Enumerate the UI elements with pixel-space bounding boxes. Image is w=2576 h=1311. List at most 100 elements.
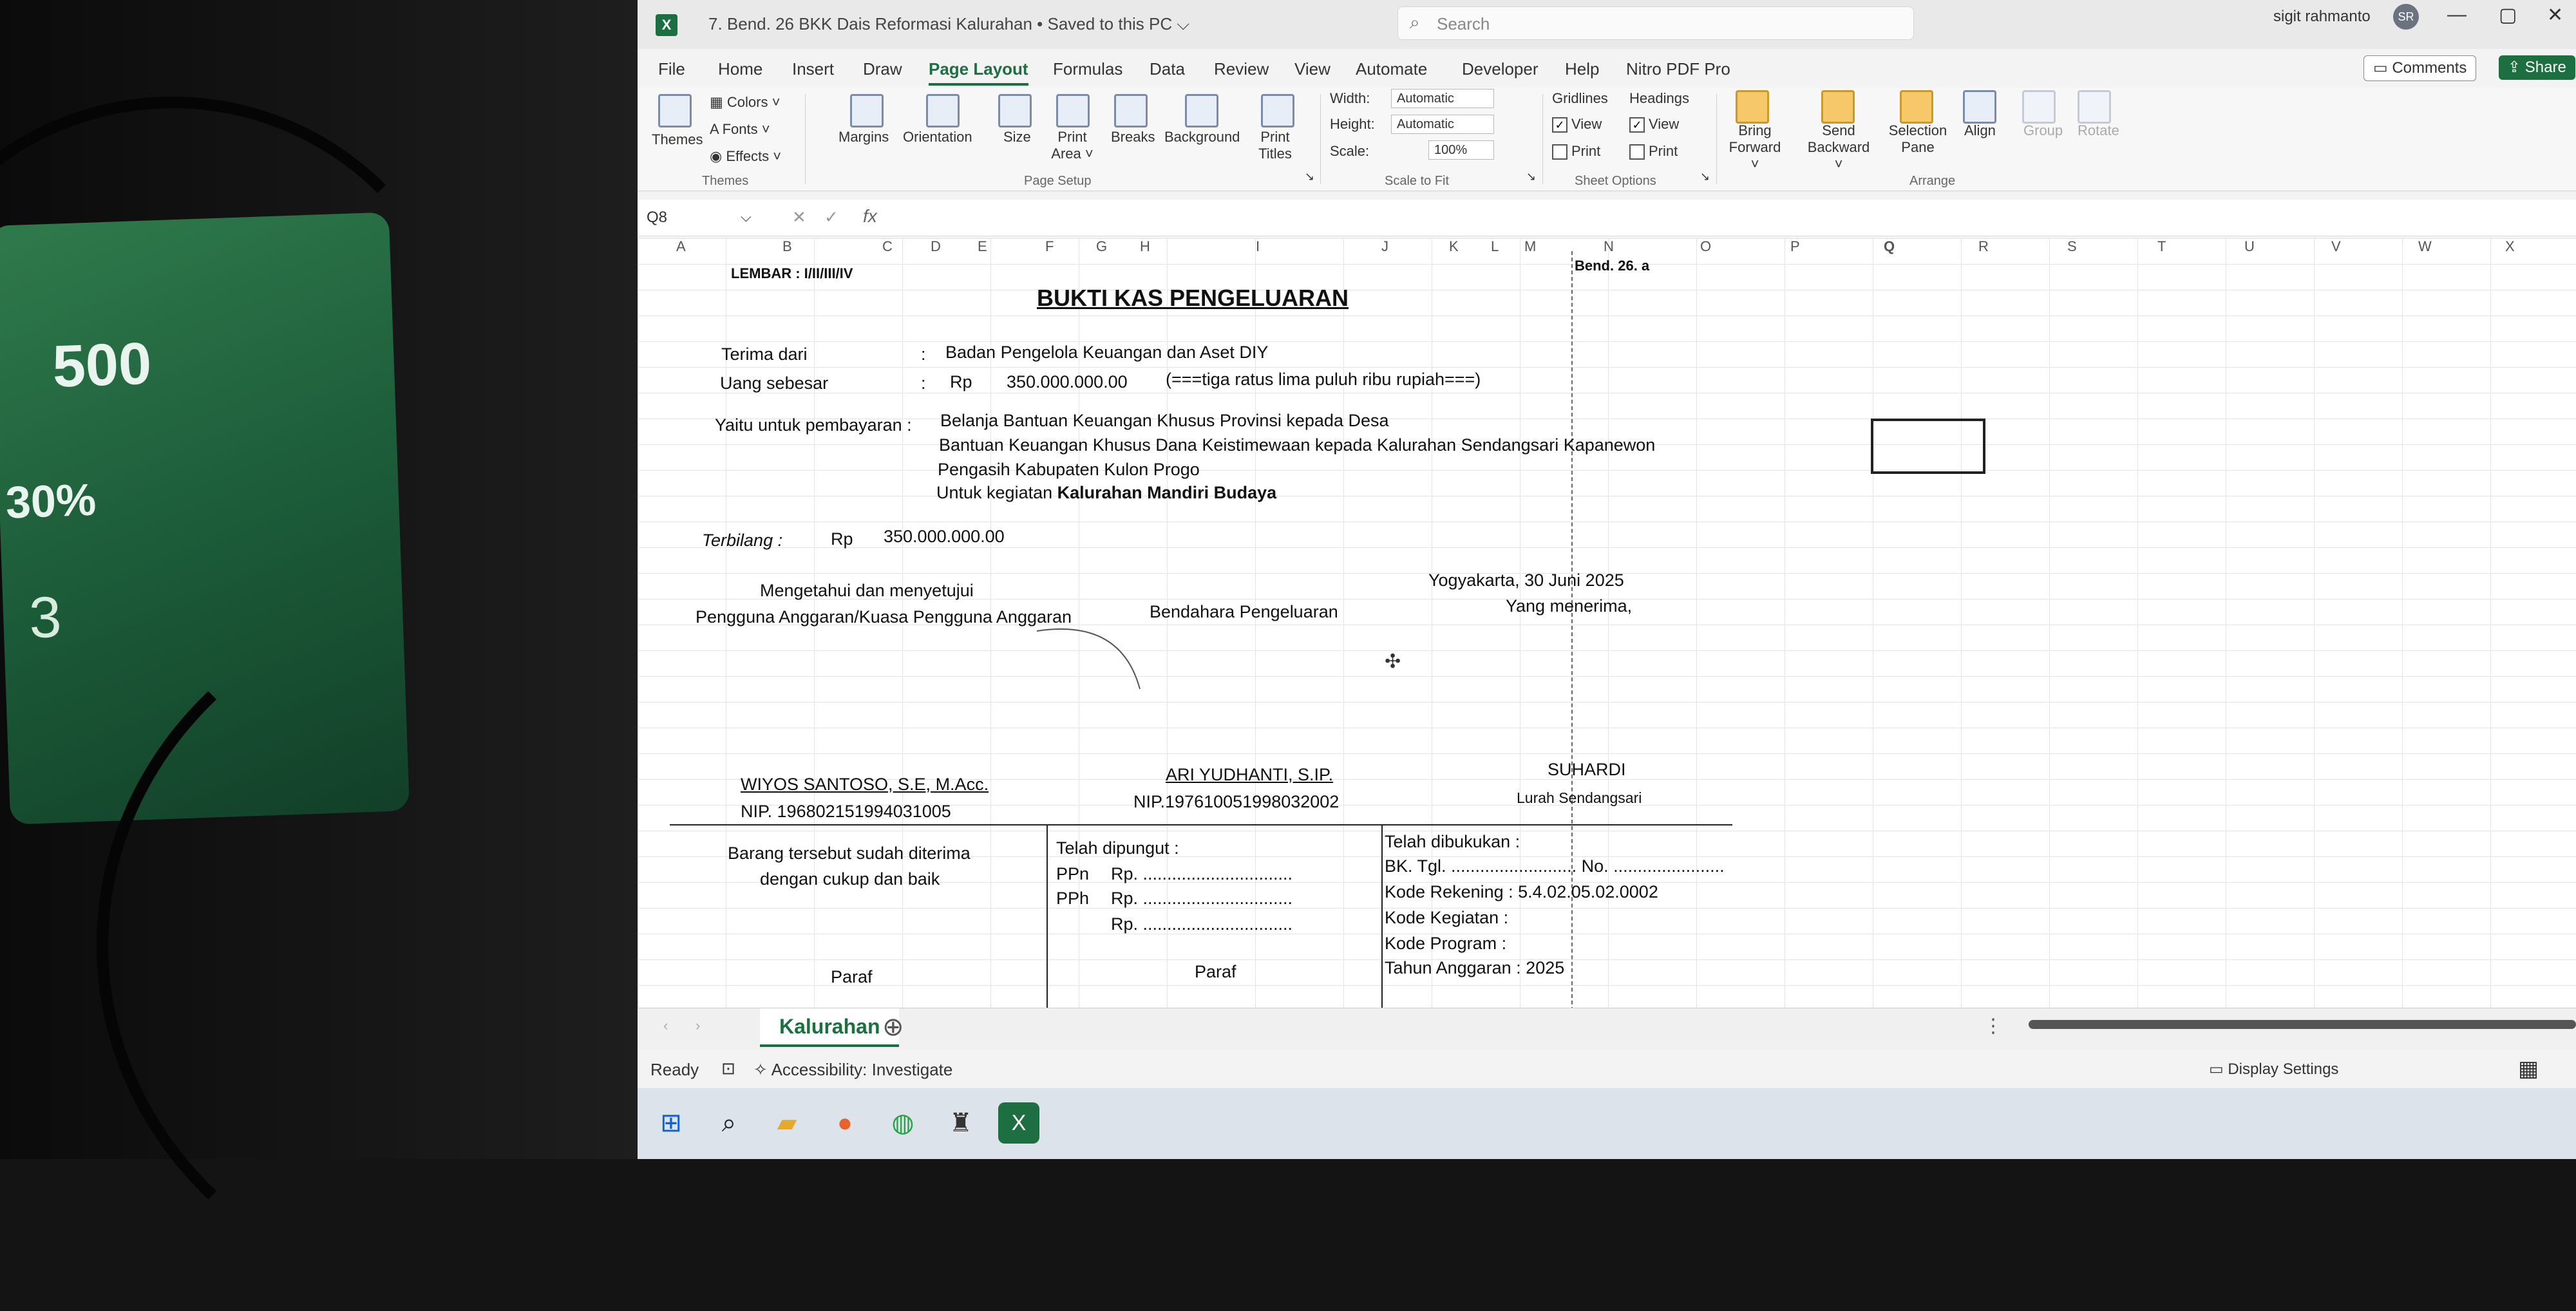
effects-button[interactable]: ◉ Effects ˅ [710, 148, 781, 165]
horizontal-scrollbar[interactable] [2029, 1020, 2576, 1029]
whatsapp-icon[interactable]: ◍ [882, 1102, 923, 1144]
minimize-icon[interactable]: — [2447, 4, 2467, 26]
col-header[interactable]: O [1700, 238, 1711, 254]
col-header[interactable]: U [2244, 238, 2255, 254]
rotate-button[interactable]: Rotate [2078, 122, 2119, 139]
col-header[interactable]: F [1045, 238, 1054, 254]
gridlines-view-checkbox[interactable]: ✓ [1552, 117, 1567, 133]
print-titles-button[interactable]: Print Titles [1256, 129, 1294, 162]
sheet-options-launcher-icon[interactable]: ↘ [1700, 170, 1710, 184]
col-header[interactable]: E [978, 238, 987, 254]
tab-developer[interactable]: Developer [1462, 59, 1539, 79]
enter-icon[interactable]: ✓ [824, 207, 838, 227]
tab-file[interactable]: File [658, 59, 685, 79]
tab-help[interactable]: Help [1565, 59, 1599, 79]
name-box[interactable]: Q8 [638, 206, 756, 229]
accessibility-status[interactable]: ✧ Accessibility: Investigate [753, 1060, 952, 1080]
pph-label: PPh [1056, 889, 1090, 908]
orientation-button[interactable]: Orientation [903, 129, 972, 146]
col-header[interactable]: M [1524, 238, 1536, 254]
app-icon[interactable]: ♜ [940, 1102, 981, 1144]
col-header[interactable]: S [2067, 238, 2077, 254]
tab-page-layout[interactable]: Page Layout [929, 59, 1028, 86]
margins-button[interactable]: Margins [838, 129, 889, 146]
selection-pane-button[interactable]: Selection Pane [1886, 122, 1950, 156]
cancel-icon[interactable]: ✕ [792, 207, 806, 227]
close-icon[interactable]: ✕ [2547, 4, 2563, 26]
windows-start-icon[interactable]: ⊞ [650, 1102, 692, 1144]
gridlines-print-checkbox[interactable] [1552, 144, 1567, 160]
next-sheet-icon[interactable]: › [696, 1017, 700, 1034]
scale-stepper[interactable]: 100% [1428, 140, 1494, 160]
tab-nitro-pdf[interactable]: Nitro PDF Pro [1626, 59, 1730, 79]
background-button[interactable]: Background [1164, 129, 1240, 146]
group-themes: Themes [702, 174, 749, 188]
tab-home[interactable]: Home [718, 59, 762, 79]
col-header[interactable]: G [1096, 238, 1107, 254]
fonts-button[interactable]: A Fonts ˅ [710, 121, 770, 138]
col-header[interactable]: B [782, 238, 792, 254]
breaks-button[interactable]: Breaks [1111, 129, 1155, 146]
col-header[interactable]: N [1604, 238, 1614, 254]
selected-cell-q8[interactable] [1871, 419, 1985, 474]
col-header[interactable]: P [1790, 238, 1800, 254]
tab-formulas[interactable]: Formulas [1053, 59, 1122, 79]
col-header[interactable]: Q [1884, 238, 1895, 254]
colors-button[interactable]: ▦ Colors ˅ [710, 94, 780, 111]
search-input[interactable]: Search [1437, 14, 1490, 34]
col-header[interactable]: A [676, 238, 686, 254]
col-header[interactable]: D [931, 238, 941, 254]
firefox-icon[interactable]: ● [824, 1102, 866, 1144]
send-backward-button[interactable]: Send Backward ˅ [1806, 122, 1871, 173]
fx-icon[interactable]: fx [863, 206, 877, 227]
excel-taskbar-icon[interactable]: X [998, 1102, 1039, 1144]
add-sheet-icon[interactable]: ⊕ [882, 1012, 904, 1042]
page-setup-launcher-icon[interactable]: ↘ [1305, 170, 1314, 184]
search-icon[interactable]: ⌕ [708, 1102, 750, 1144]
col-header[interactable]: C [882, 238, 893, 254]
headings-view-checkbox[interactable]: ✓ [1629, 117, 1645, 133]
tab-view[interactable]: View [1294, 59, 1331, 79]
themes-button[interactable]: Themes [652, 131, 703, 148]
namebox-dropdown-icon[interactable]: ⌵ [741, 209, 752, 225]
comments-button[interactable]: ▭ Comments [2363, 55, 2477, 81]
print-area-button[interactable]: Print Area ˅ [1050, 129, 1095, 162]
col-header[interactable]: K [1449, 238, 1459, 254]
headings-print-checkbox[interactable] [1629, 144, 1645, 160]
maximize-icon[interactable]: ▢ [2499, 4, 2517, 26]
display-settings-button[interactable]: ▭ Display Settings [2209, 1060, 2338, 1079]
scale-launcher-icon[interactable]: ↘ [1526, 170, 1536, 184]
tab-review[interactable]: Review [1214, 59, 1269, 79]
width-dropdown[interactable]: Automatic [1391, 89, 1494, 108]
rp-label: Rp [950, 372, 972, 391]
avatar[interactable]: SR [2393, 4, 2419, 30]
col-header[interactable]: X [2505, 238, 2515, 254]
col-header[interactable]: I [1256, 238, 1260, 254]
normal-view-icon[interactable]: ▦ [2518, 1056, 2539, 1082]
sheet-tab-kalurahan[interactable]: Kalurahan [760, 1008, 900, 1047]
search-box[interactable]: ⌕ Search [1397, 6, 1914, 40]
height-dropdown[interactable]: Automatic [1391, 115, 1494, 134]
prev-sheet-icon[interactable]: ‹ [663, 1017, 668, 1034]
col-header[interactable]: J [1381, 238, 1388, 254]
share-button[interactable]: ⇪ Share [2499, 55, 2575, 80]
more-options-icon[interactable]: ⋮ [1984, 1015, 2003, 1037]
col-header[interactable]: H [1140, 238, 1150, 254]
tab-insert[interactable]: Insert [792, 59, 834, 79]
bring-forward-button[interactable]: Bring Forward ˅ [1726, 122, 1784, 173]
col-header[interactable]: L [1491, 238, 1499, 254]
align-button[interactable]: Align [1964, 122, 1996, 139]
worksheet-grid[interactable]: A B C D E F G H I J K L M N O P Q R S T … [638, 238, 2576, 1017]
macro-record-icon[interactable]: ⊡ [721, 1059, 735, 1079]
size-button[interactable]: Size [1003, 129, 1031, 146]
tab-data[interactable]: Data [1150, 59, 1185, 79]
tab-automate[interactable]: Automate [1356, 59, 1427, 79]
group-button[interactable]: Group [2023, 122, 2063, 139]
tab-draw[interactable]: Draw [863, 59, 902, 79]
col-header[interactable]: R [1978, 238, 1989, 254]
col-header[interactable]: W [2418, 238, 2432, 254]
col-header[interactable]: V [2331, 238, 2341, 254]
col-header[interactable]: T [2157, 238, 2166, 254]
file-explorer-icon[interactable]: ▰ [766, 1102, 808, 1144]
terbilang-rp: Rp [831, 529, 853, 549]
